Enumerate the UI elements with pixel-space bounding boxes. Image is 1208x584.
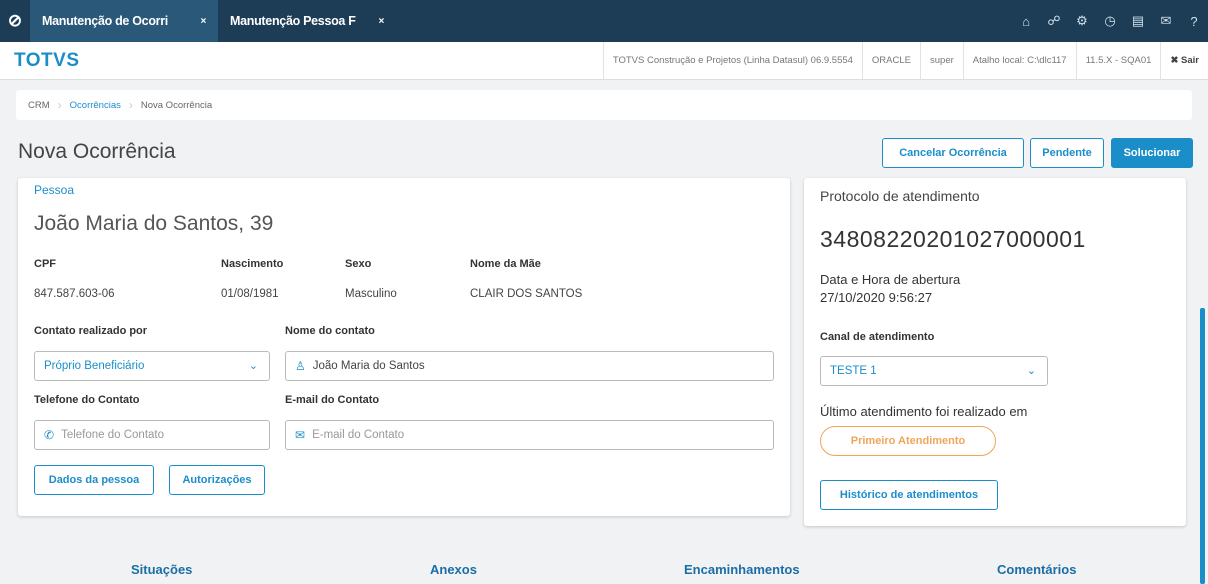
help-icon[interactable]: ? xyxy=(1180,0,1208,42)
page-title: Nova Ocorrência xyxy=(18,140,176,163)
last-service-label: Último atendimento foi realizado em xyxy=(820,404,1028,419)
tab-manutencao-pessoa[interactable]: Manutenção Pessoa F × xyxy=(218,0,396,42)
version-info: 11.5.X - SQA01 xyxy=(1075,41,1161,80)
sitemap-icon[interactable]: ☍ xyxy=(1040,0,1068,42)
database-info: ORACLE xyxy=(861,41,920,80)
birth-value: 01/08/1981 xyxy=(221,288,279,300)
breadcrumb-current: Nova Ocorrência xyxy=(140,99,213,111)
tab-label: Manutenção de Ocorri xyxy=(42,14,168,28)
channel-select[interactable]: TESTE 1 ⌄ xyxy=(820,356,1048,386)
breadcrumb-separator: › xyxy=(57,98,62,112)
contact-name-field[interactable]: ♙ João Maria do Santos xyxy=(285,351,774,381)
birth-label: Nascimento xyxy=(221,258,284,270)
chevron-down-icon: ⌄ xyxy=(1026,365,1036,377)
exit-button[interactable]: ✖ Sair xyxy=(1160,41,1208,80)
contact-name-value: João Maria do Santos xyxy=(312,360,425,372)
cpf-value: 847.587.603-06 xyxy=(34,288,115,300)
phone-icon: ✆ xyxy=(44,428,55,442)
company-info[interactable]: TOTVS Construção e Projetos (Linha Datas… xyxy=(602,41,862,80)
contact-by-label: Contato realizado por xyxy=(34,325,148,337)
pendente-button[interactable]: Pendente xyxy=(1030,138,1104,168)
phone-field[interactable]: ✆ Telefone do Contato xyxy=(34,420,270,450)
mail-icon[interactable]: ✉ xyxy=(1152,0,1180,42)
tab-anexos[interactable]: Anexos xyxy=(430,562,477,577)
person-section-label: Pessoa xyxy=(34,183,75,197)
document-icon[interactable]: ▤ xyxy=(1124,0,1152,42)
contact-name-label: Nome do contato xyxy=(285,325,375,337)
clock-icon[interactable]: ◷ xyxy=(1096,0,1124,42)
mail-icon: ✉ xyxy=(295,428,306,442)
sex-value: Masculino xyxy=(345,288,397,300)
breadcrumb-crm[interactable]: CRM xyxy=(28,100,50,111)
tab-manutencao-ocorrencia[interactable]: Manutenção de Ocorri × xyxy=(30,0,218,42)
user-icon: ♙ xyxy=(295,359,306,373)
opened-value: 27/10/2020 9:56:27 xyxy=(820,290,933,305)
first-service-badge: Primeiro Atendimento xyxy=(820,426,996,456)
gear-icon[interactable]: ⚙ xyxy=(1068,0,1096,42)
channel-value: TESTE 1 xyxy=(830,365,877,377)
email-label: E-mail do Contato xyxy=(285,394,380,406)
service-card: Protocolo de atendimento 348082202010270… xyxy=(804,178,1186,526)
channel-label: Canal de atendimento xyxy=(820,331,935,343)
phone-placeholder: Telefone do Contato xyxy=(61,429,165,441)
contact-by-value: Próprio Beneficiário xyxy=(44,360,145,372)
breadcrumb-ocorrencias[interactable]: Ocorrências xyxy=(70,100,121,111)
user-info: super xyxy=(920,41,963,80)
sex-label: Sexo xyxy=(345,258,372,270)
shortcut-info: Atalho local: C:\dlc117 xyxy=(962,41,1076,80)
history-button[interactable]: Histórico de atendimentos xyxy=(820,480,998,510)
close-icon[interactable]: × xyxy=(200,16,206,27)
phone-label: Telefone do Contato xyxy=(34,394,140,406)
tab-label: Manutenção Pessoa F xyxy=(230,14,356,28)
home-icon[interactable]: ⌂ xyxy=(1012,0,1040,42)
person-name: João Maria do Santos, 39 xyxy=(34,212,274,235)
mother-value: CLAIR DOS SANTOS xyxy=(470,288,583,300)
breadcrumb: CRM › Ocorrências › Nova Ocorrência xyxy=(16,90,1192,120)
tab-encaminhamentos[interactable]: Encaminhamentos xyxy=(684,562,800,577)
email-placeholder: E-mail do Contato xyxy=(312,429,405,441)
mother-label: Nome da Mãe xyxy=(470,258,541,270)
authorizations-button[interactable]: Autorizações xyxy=(169,465,265,495)
bottom-tab-bar: Situações Anexos Encaminhamentos Comentá… xyxy=(0,556,1200,584)
tab-situacoes[interactable]: Situações xyxy=(131,562,192,577)
chevron-down-icon: ⌄ xyxy=(248,360,258,372)
person-data-button[interactable]: Dados da pessoa xyxy=(34,465,154,495)
totvs-logo-icon[interactable]: ⊘ xyxy=(0,0,30,42)
email-field[interactable]: ✉ E-mail do Contato xyxy=(285,420,774,450)
protocol-label: Protocolo de atendimento xyxy=(820,188,980,204)
cancel-ocorrencia-button[interactable]: Cancelar Ocorrência xyxy=(882,138,1024,168)
close-icon[interactable]: × xyxy=(378,16,384,27)
breadcrumb-separator: › xyxy=(128,98,133,112)
top-tab-bar: ⊘ Manutenção de Ocorri × Manutenção Pess… xyxy=(0,0,1208,42)
cpf-label: CPF xyxy=(34,258,56,270)
scrollbar[interactable] xyxy=(1200,308,1205,584)
contact-by-select[interactable]: Próprio Beneficiário ⌄ xyxy=(34,351,270,381)
opened-label: Data e Hora de abertura xyxy=(820,272,961,287)
brand-logo: TOTVS xyxy=(14,49,80,71)
tab-comentarios[interactable]: Comentários xyxy=(997,562,1076,577)
solucionar-button[interactable]: Solucionar xyxy=(1111,138,1193,168)
app-header: TOTVS TOTVS Construção e Projetos (Linha… xyxy=(0,41,1208,80)
person-card: Pessoa João Maria do Santos, 39 CPF 847.… xyxy=(18,178,790,516)
protocol-number: 34808220201027000001 xyxy=(820,226,1086,252)
